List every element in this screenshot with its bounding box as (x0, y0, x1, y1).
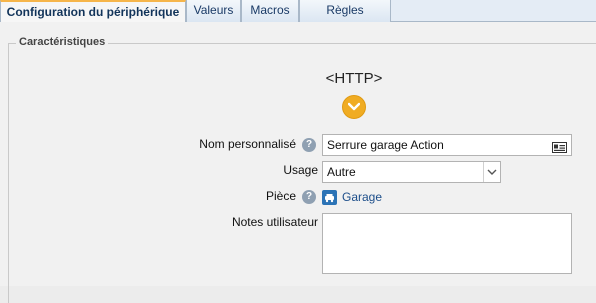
chevron-down-icon (483, 162, 500, 182)
tab-bar: Configuration du périphérique Valeurs Ma… (0, 0, 596, 37)
room-link[interactable]: Garage (342, 190, 382, 204)
contact-card-icon[interactable] (552, 139, 567, 153)
expand-button[interactable] (342, 95, 366, 119)
help-icon[interactable]: ? (302, 190, 316, 204)
name-field[interactable]: Serrure garage Action (322, 134, 572, 156)
tab-valeurs[interactable]: Valeurs (186, 0, 241, 22)
section-legend: Caractéristiques (16, 36, 109, 48)
room-label: Pièce (265, 189, 296, 203)
tab-configuration[interactable]: Configuration du périphérique (0, 0, 186, 23)
usage-select[interactable]: Autre (322, 161, 501, 183)
tab-macros[interactable]: Macros (241, 0, 299, 22)
usage-label: Usage (283, 163, 318, 177)
notes-textarea[interactable] (322, 213, 572, 274)
room-car-icon (322, 190, 337, 205)
name-label: Nom personnalisé (199, 137, 296, 151)
help-icon[interactable]: ? (302, 138, 316, 152)
usage-value: Autre (327, 165, 356, 179)
notes-label: Notes utilisateur (231, 215, 318, 229)
main-panel: Caractéristiques <HTTP> Nom personnalisé… (0, 22, 596, 303)
tab-regles[interactable]: Règles associées (299, 0, 391, 37)
name-value: Serrure garage Action (327, 138, 444, 152)
protocol-label: <HTTP> (325, 70, 383, 87)
